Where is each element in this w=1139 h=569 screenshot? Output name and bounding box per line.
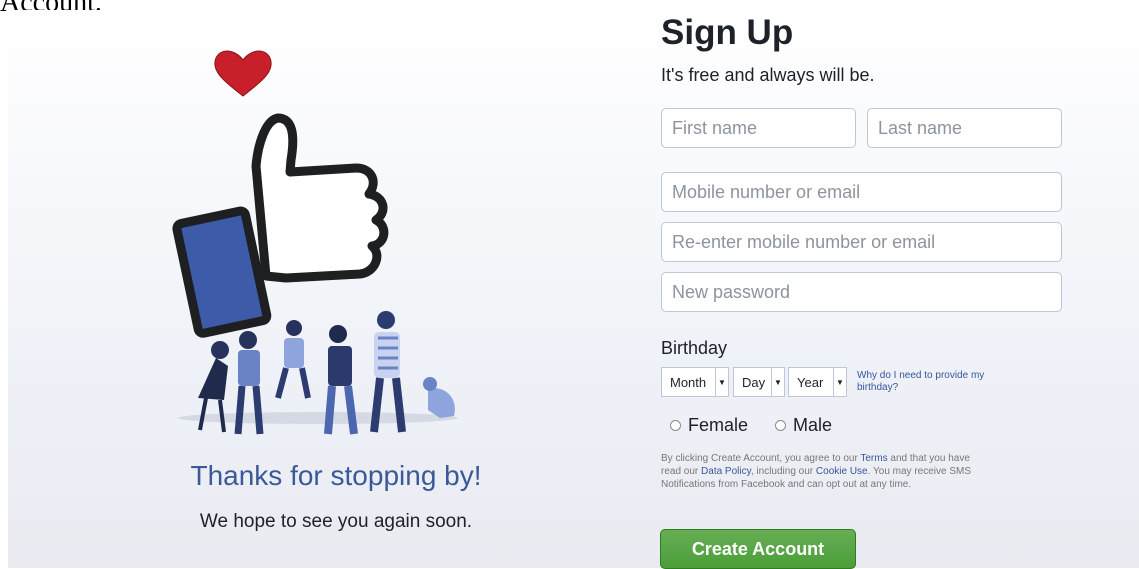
terms-text-part: , including our [750,466,816,477]
year-select[interactable]: Year ▼ [788,367,847,397]
why-birthday-link[interactable]: Why do I need to provide my birthday? [857,370,1027,394]
year-value: Year [797,374,824,390]
terms-link[interactable]: Terms [860,453,887,464]
password-input[interactable] [661,272,1062,312]
contact-input[interactable] [661,172,1062,212]
female-label: Female [688,415,749,435]
dropdown-arrow-icon: ▼ [715,368,728,396]
thumbs-up-illustration [172,50,458,435]
signup-panel: Thanks for stopping by! We hope to see y… [8,10,1139,569]
terms-text-part: By clicking Create Account, you agree to… [661,453,861,464]
signup-title: Sign Up [661,13,794,52]
dropdown-arrow-icon: ▼ [771,368,784,396]
female-radio[interactable] [670,420,681,431]
first-name-input[interactable] [661,108,856,148]
thanks-headline: Thanks for stopping by! [190,460,482,491]
last-name-input[interactable] [867,108,1062,148]
heart-icon [214,50,272,97]
see-you-subline: We hope to see you again soon. [199,511,473,532]
reenter-contact-input[interactable] [661,222,1062,262]
birthday-label: Birthday [661,338,728,358]
male-radio[interactable] [775,420,786,431]
create-account-button[interactable]: Create Account [660,529,856,569]
month-select[interactable]: Month ▼ [661,367,729,397]
day-select[interactable]: Day ▼ [733,367,785,397]
data-policy-link[interactable]: Data Policy [701,466,751,477]
male-option[interactable]: Male [775,415,832,436]
day-value: Day [742,374,766,390]
cookie-use-link[interactable]: Cookie Use [816,466,868,477]
terms-text: By clicking Create Account, you agree to… [661,452,986,491]
female-option[interactable]: Female [670,415,748,436]
signup-subtitle: It's free and always will be. [661,65,875,85]
male-label: Male [793,415,833,435]
dropdown-arrow-icon: ▼ [833,368,846,396]
month-value: Month [670,374,707,390]
